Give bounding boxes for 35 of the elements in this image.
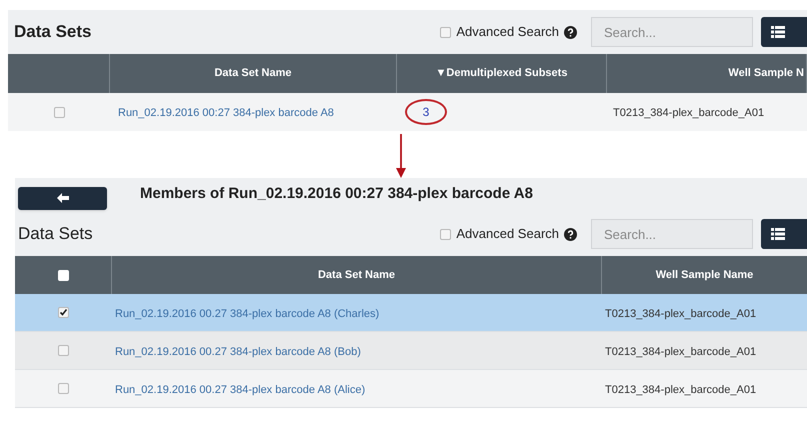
list-view-button[interactable] [761, 17, 807, 47]
table-cell: T0213_384-plex_barcode_A01 [613, 107, 764, 119]
subset-count-link[interactable]: 3 [405, 99, 447, 125]
table-row[interactable]: Run_02.19.2016 00.27 384-plex barcode A8 (Bob) T0213_384-plex_barcode_A01 [15, 332, 807, 370]
column-header: Well Sample Name [654, 268, 754, 283]
table-cell: T0213_384-plex_barcode_A01 [605, 308, 756, 320]
checkbox[interactable] [58, 383, 69, 394]
checkbox[interactable] [440, 228, 452, 240]
checkbox[interactable] [440, 26, 452, 38]
advanced-search-label: Advanced Search [456, 225, 559, 244]
list-icon [771, 26, 785, 38]
advanced-search-label: Advanced Search [456, 23, 559, 42]
help-icon [564, 228, 577, 240]
search-field[interactable]: Search... [591, 219, 753, 249]
checkbox[interactable] [58, 307, 69, 318]
table-cell: T0213_384-plex_barcode_A01 [605, 384, 756, 396]
search-field[interactable]: Search... [591, 17, 753, 47]
table-row[interactable]: Run_02.19.2016 00.27 384-plex barcode A8 (Alice) T0213_384-plex_barcode_A01 [15, 370, 807, 408]
table-row[interactable]: Run_02.19.2016 00.27 384-plex barcode A8 (Charles) T0213_384-plex_barcode_A01 [15, 294, 807, 332]
back-button[interactable] [18, 186, 107, 210]
checkbox[interactable] [58, 345, 69, 356]
data-set-link[interactable]: Run_02.19.2016 00.27 384-plex barcode A8 (Bob) [115, 346, 361, 358]
data-set-link[interactable]: Run_02.19.2016 00.27 384-plex barcode A8 (Alice) [115, 384, 366, 396]
left-arrow-icon [56, 193, 68, 203]
list-view-button[interactable] [761, 219, 807, 249]
table-cell: T0213_384-plex_barcode_A01 [605, 346, 756, 358]
data-set-link[interactable]: Run_02.19.2016 00:27 384-plex barcode A8 [118, 106, 334, 119]
section-title: Data Sets [18, 223, 93, 246]
section-title: Data Sets [14, 21, 92, 44]
members-heading: Members of Run_02.19.2016 00:27 384-plex barcode A8 [140, 184, 533, 204]
list-icon [771, 228, 785, 240]
table-row[interactable]: Run_02.19.2016 00:27 384-plex barcode A8 3 T0213_384-plex_barcode_A01 [8, 93, 807, 131]
checkbox[interactable] [54, 106, 64, 118]
down-arrow [396, 134, 406, 178]
help-icon [564, 26, 577, 38]
